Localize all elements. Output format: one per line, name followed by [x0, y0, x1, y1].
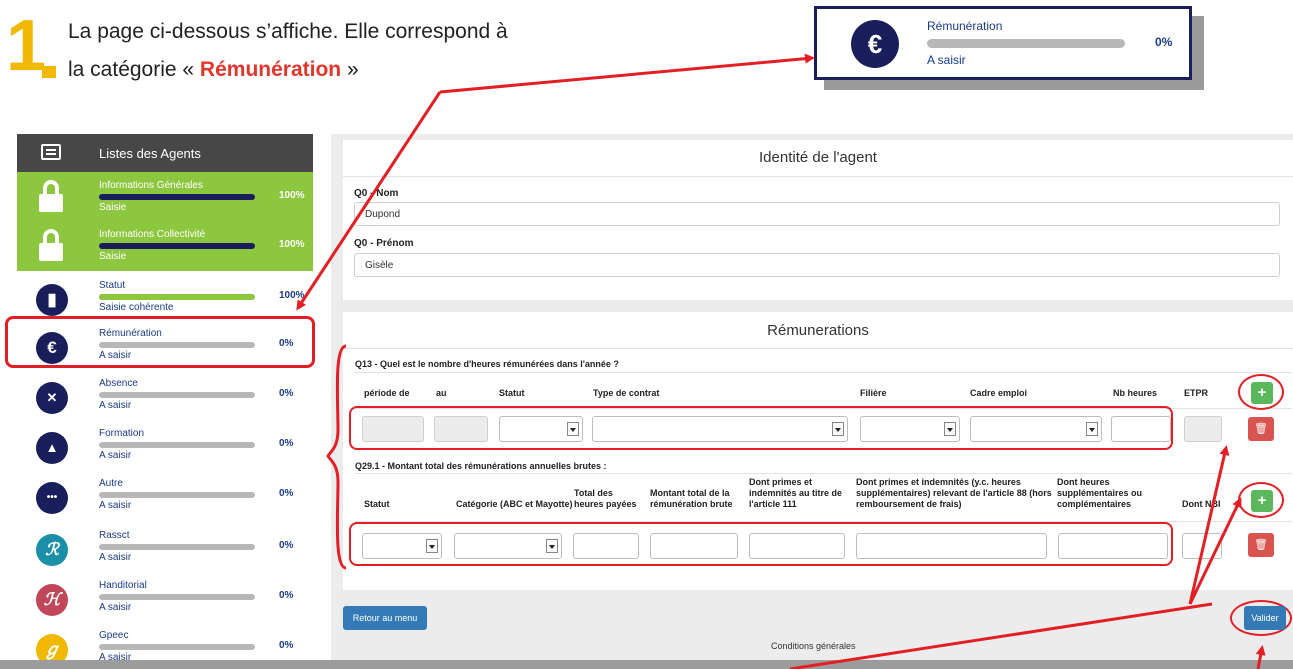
arrow-to-validate	[1255, 645, 1266, 669]
brace-annotation	[326, 344, 347, 570]
arrow-to-validate-line	[789, 602, 1213, 669]
arrow-to-callout	[439, 53, 815, 94]
annotation-overlay	[296, 53, 1266, 669]
arrow-to-q29-add	[1188, 497, 1242, 605]
arrow-to-q13-add	[1188, 445, 1230, 605]
arrow-to-sidebar	[296, 91, 442, 311]
page: 1 La page ci-dessous s’affiche. Elle cor…	[0, 0, 1293, 669]
